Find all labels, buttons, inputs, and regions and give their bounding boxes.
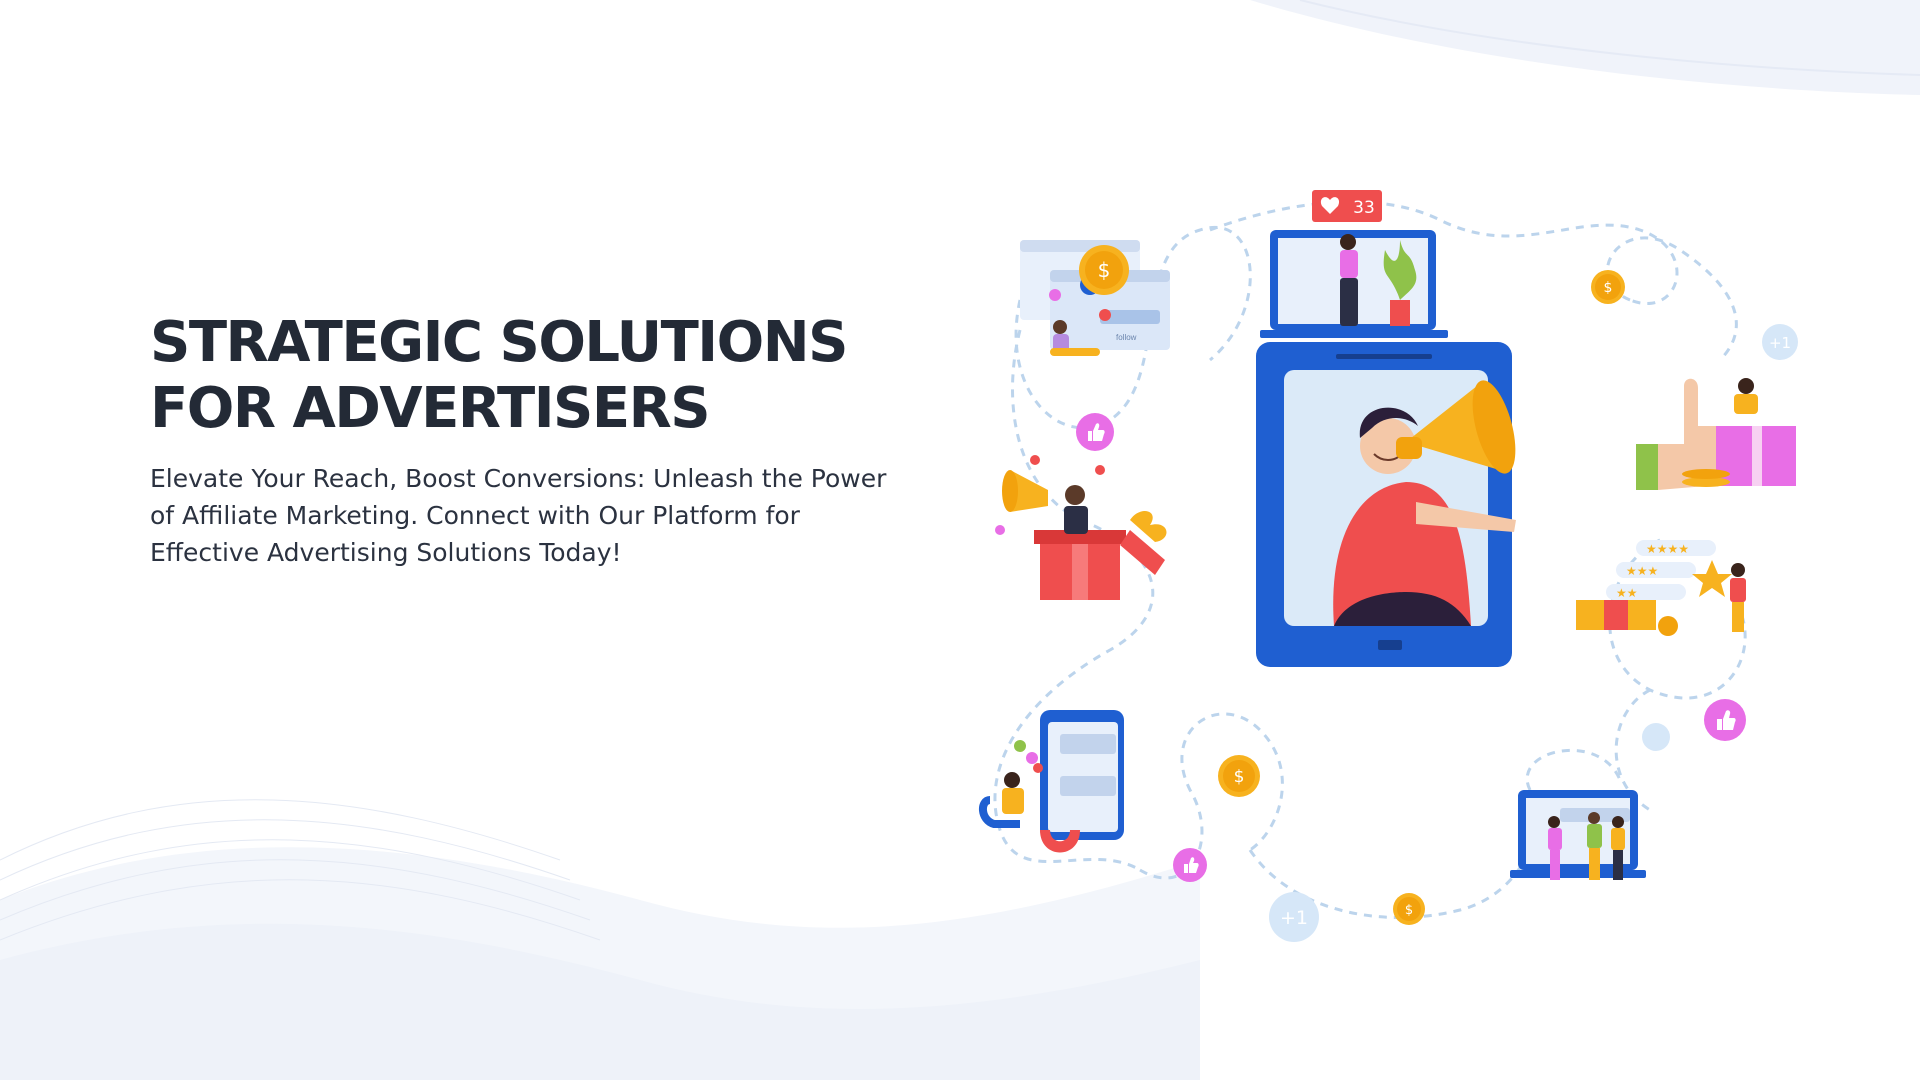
svg-text:★★★★: ★★★★ xyxy=(1646,542,1689,556)
coin-icon-3: $ xyxy=(1218,755,1260,797)
plus-one-bubble-2: +1 xyxy=(1269,892,1319,942)
hero-title-line-2: FOR ADVERTISERS xyxy=(150,376,711,441)
svg-text:$: $ xyxy=(1098,258,1111,282)
affiliate-marketing-illustration: +1 follow 33 xyxy=(960,190,1840,950)
svg-text:+1: +1 xyxy=(1769,334,1791,352)
hero-title: STRATEGIC SOLUTIONS FOR ADVERTISERS xyxy=(150,310,910,442)
plus-one-bubble-1: +1 xyxy=(1762,324,1798,360)
tablet-scene xyxy=(1256,342,1516,667)
bubble-dot xyxy=(1642,723,1670,751)
page: STRATEGIC SOLUTIONS FOR ADVERTISERS Elev… xyxy=(0,0,1920,1080)
phone-magnet-scene xyxy=(979,710,1124,853)
like-badge-count: 33 xyxy=(1353,198,1375,218)
hero-section: STRATEGIC SOLUTIONS FOR ADVERTISERS Elev… xyxy=(150,310,910,571)
illustration-svg: +1 follow 33 xyxy=(979,190,1798,942)
thumbs-up-icon-3 xyxy=(1173,848,1207,882)
rating-stars-scene: ★★★★ ★★★ ★★ xyxy=(1576,540,1746,636)
thumbs-up-icon-2 xyxy=(1704,699,1746,741)
follow-label: follow xyxy=(1116,333,1137,342)
hero-title-line-1: STRATEGIC SOLUTIONS xyxy=(150,310,848,375)
thumbs-up-icon-1 xyxy=(1076,413,1114,451)
svg-text:$: $ xyxy=(1604,280,1613,296)
thumbs-gift-scene xyxy=(1636,378,1796,490)
team-laptop-scene xyxy=(1510,790,1646,880)
svg-text:+1: +1 xyxy=(1280,907,1308,929)
coin-icon-4: $ xyxy=(1393,893,1425,925)
svg-text:$: $ xyxy=(1405,903,1413,918)
svg-text:$: $ xyxy=(1234,767,1245,787)
star-icon xyxy=(1692,560,1732,597)
coin-icon-2: $ xyxy=(1591,270,1625,304)
gift-megaphone-scene xyxy=(995,455,1167,600)
coin-icon-1: $ xyxy=(1079,245,1129,295)
hero-subtitle: Elevate Your Reach, Boost Conversions: U… xyxy=(150,464,887,567)
svg-text:★★★: ★★★ xyxy=(1626,564,1658,578)
svg-text:★★: ★★ xyxy=(1616,586,1638,600)
